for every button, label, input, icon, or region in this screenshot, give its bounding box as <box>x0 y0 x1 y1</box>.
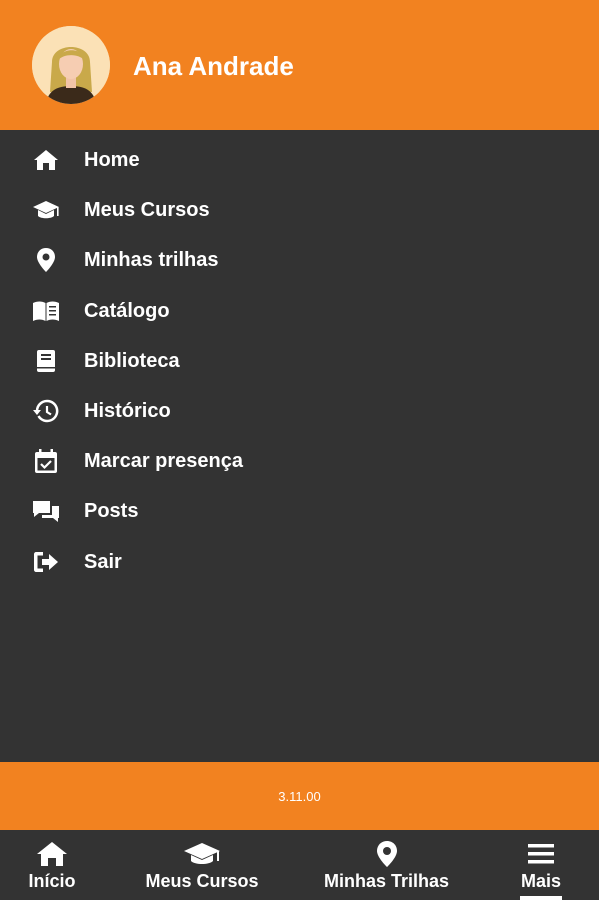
menu-item-biblioteca[interactable]: Biblioteca <box>0 336 599 386</box>
home-icon <box>32 146 60 174</box>
user-name: Ana Andrade <box>133 51 294 81</box>
sign-out-icon <box>32 548 60 576</box>
menu-item-label: Biblioteca <box>84 349 180 372</box>
version-text: 3.11.00 <box>278 788 321 804</box>
menu-item-label: Marcar presença <box>84 450 243 473</box>
nav-label: Minhas Trilhas <box>323 871 450 891</box>
menu-item-label: Catálogo <box>84 299 170 322</box>
profile-header: Ana Andrade <box>0 0 599 130</box>
app-screen: Ana Andrade Home Meus Cursos Minhas tril… <box>0 0 599 900</box>
side-menu: Home Meus Cursos Minhas trilhas Catálogo <box>0 135 599 587</box>
menu-item-label: Sair <box>84 550 122 573</box>
calendar-check-icon <box>32 447 60 475</box>
map-pin-icon <box>376 840 398 868</box>
book-icon <box>32 347 60 375</box>
history-icon <box>32 397 60 425</box>
bottom-navigation: Início Meus Cursos Minhas Trilhas Mais <box>0 830 599 900</box>
nav-inicio[interactable]: Início <box>26 830 78 900</box>
menu-item-home[interactable]: Home <box>0 135 599 185</box>
nav-meus-cursos[interactable]: Meus Cursos <box>141 830 263 900</box>
version-footer: 3.11.00 <box>0 762 599 830</box>
menu-item-sair[interactable]: Sair <box>0 537 599 587</box>
menu-item-marcar-presenca[interactable]: Marcar presença <box>0 436 599 486</box>
nav-label: Início <box>28 871 76 891</box>
nav-mais[interactable]: Mais <box>516 830 566 900</box>
menu-item-catalogo[interactable]: Catálogo <box>0 286 599 336</box>
menu-item-historico[interactable]: Histórico <box>0 386 599 436</box>
graduation-cap-icon <box>32 196 60 224</box>
menu-item-label: Minhas trilhas <box>84 249 219 272</box>
map-pin-icon <box>32 246 60 274</box>
avatar[interactable] <box>32 26 110 104</box>
menu-item-meus-cursos[interactable]: Meus Cursos <box>0 185 599 235</box>
nav-label: Mais <box>520 871 562 891</box>
menu-item-label: Meus Cursos <box>84 199 210 222</box>
active-tab-indicator <box>520 896 562 900</box>
menu-item-posts[interactable]: Posts <box>0 486 599 536</box>
avatar-woman-icon <box>32 26 110 104</box>
menu-item-label: Posts <box>84 500 139 523</box>
open-book-icon <box>32 297 60 325</box>
hamburger-menu-icon <box>527 840 555 868</box>
nav-label: Meus Cursos <box>145 871 259 891</box>
home-icon <box>36 840 68 868</box>
menu-item-label: Histórico <box>84 400 171 423</box>
menu-item-minhas-trilhas[interactable]: Minhas trilhas <box>0 235 599 285</box>
menu-item-label: Home <box>84 149 140 172</box>
chat-bubbles-icon <box>32 497 60 525</box>
nav-minhas-trilhas[interactable]: Minhas Trilhas <box>321 830 452 900</box>
graduation-cap-icon <box>183 840 221 868</box>
